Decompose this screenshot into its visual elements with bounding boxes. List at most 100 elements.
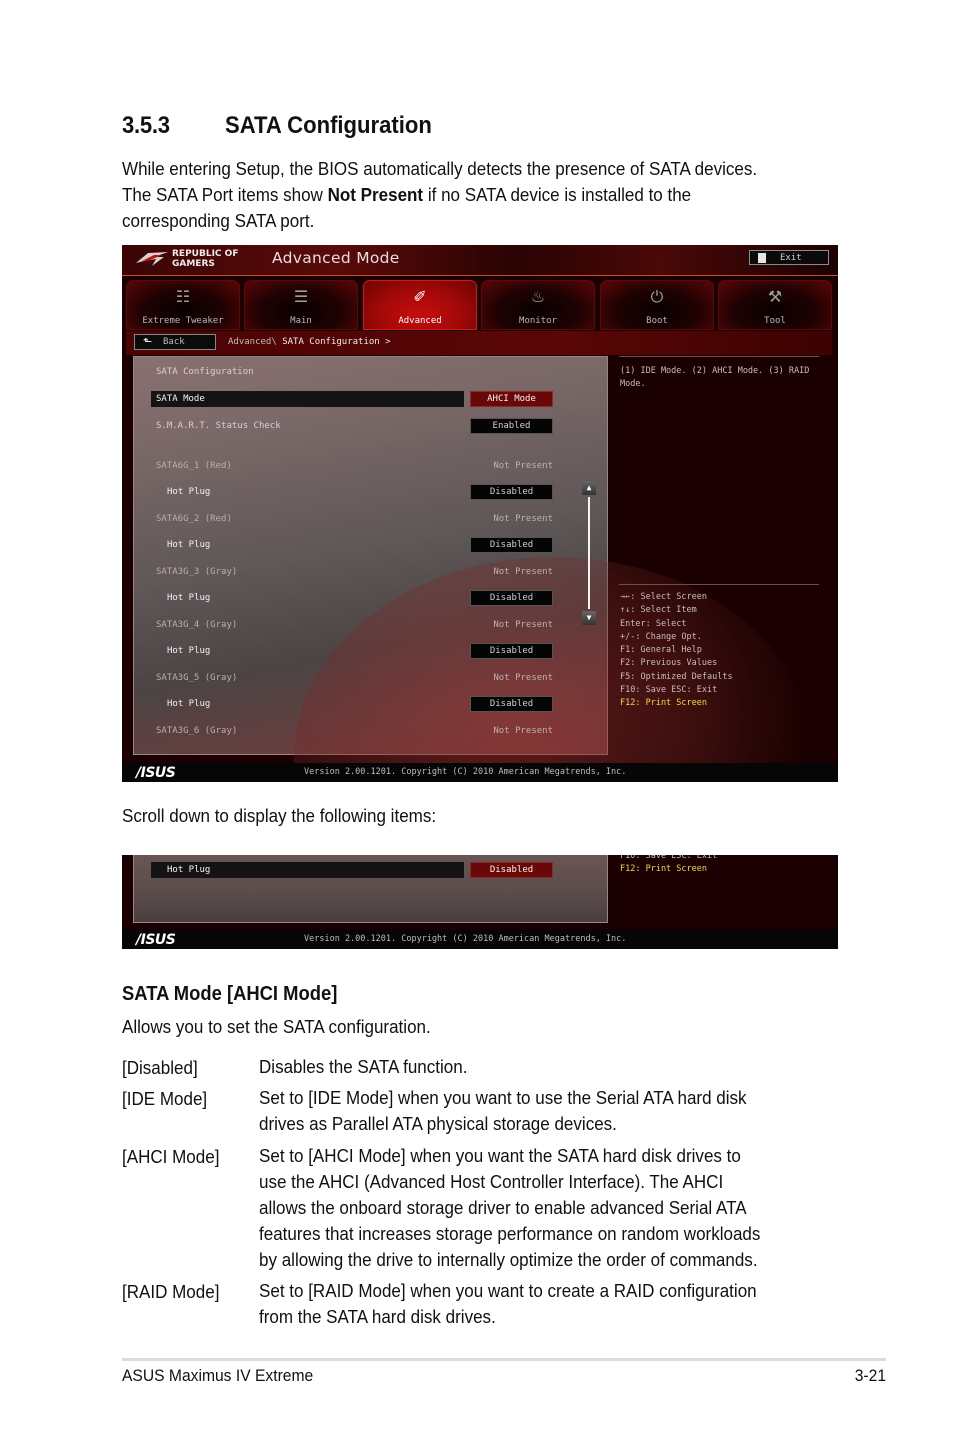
key-hint: F1: General Help xyxy=(620,645,702,656)
option-term: [RAID Mode] xyxy=(122,1281,220,1302)
breadcrumb-parent[interactable]: Advanced\ xyxy=(228,337,282,347)
breadcrumb: Advanced\ SATA Configuration > xyxy=(228,337,391,347)
setting-value-dropdown[interactable]: Disabled xyxy=(470,537,553,553)
key-legend: F10: Save ESC: Exit F12: Print Screen xyxy=(620,855,717,877)
description-line: features that increases storage performa… xyxy=(259,1223,761,1244)
back-button[interactable]: ⬑ Back xyxy=(134,334,216,350)
bios-footer: /ISUS Version 2.00.1201. Copyright (C) 2… xyxy=(122,930,838,949)
asus-logo-icon: /ISUS xyxy=(136,765,176,781)
brand-line-2: GAMERS xyxy=(172,259,215,269)
setting-value-dropdown[interactable]: Disabled xyxy=(470,862,553,878)
mode-title: Advanced Mode xyxy=(272,249,400,267)
hot-plug-row[interactable]: Hot Plug Disabled xyxy=(134,696,609,712)
tab-boot[interactable]: ⏻ Boot xyxy=(600,280,714,330)
hot-plug-row[interactable]: Hot Plug Disabled xyxy=(134,537,609,553)
option-term: [Disabled] xyxy=(122,1057,198,1078)
brand-line-1: REPUBLIC OF xyxy=(172,249,239,259)
setting-label: Hot Plug xyxy=(167,487,211,497)
port-label: SATA3G_4 (Gray) xyxy=(156,620,238,630)
tab-label: Boot xyxy=(646,316,668,326)
port-row: SATA3G_3 (Gray) Not Present xyxy=(134,564,609,580)
back-arrow-icon: ⬑ xyxy=(143,335,153,348)
scroll-up-icon[interactable]: ▲ xyxy=(582,481,596,495)
version-text: Version 2.00.1201. Copyright (C) 2010 Am… xyxy=(304,767,627,777)
key-hint-print-screen: F12: Print Screen xyxy=(620,698,707,709)
option-description: Disables the SATA function. xyxy=(259,1054,848,1080)
subsection-intro: Allows you to set the SATA configuration… xyxy=(122,1016,431,1037)
exit-button[interactable]: Exit xyxy=(749,250,829,265)
settings-panel: Hot Plug Disabled xyxy=(133,855,608,923)
settings-panel: SATA Configuration SATA Mode AHCI Mode S… xyxy=(133,356,814,782)
hot-plug-row[interactable]: Hot Plug Disabled xyxy=(134,862,609,878)
description-line: Disables the SATA function. xyxy=(259,1056,468,1077)
section-number: 3.5.3 xyxy=(122,112,170,139)
list-icon: ☰ xyxy=(293,287,309,306)
help-panel: (1) IDE Mode. (2) AHCI Mode. (3) RAID Mo… xyxy=(613,356,821,755)
key-hint: F5: Optimized Defaults xyxy=(620,671,733,682)
setting-value-dropdown[interactable]: AHCI Mode xyxy=(470,391,553,407)
setting-label: Hot Plug xyxy=(167,540,211,550)
setting-row-smart[interactable]: S.M.A.R.T. Status Check Enabled xyxy=(134,418,609,434)
setting-row-sata-mode[interactable]: SATA Mode AHCI Mode xyxy=(134,391,609,407)
scroll-note: Scroll down to display the following ite… xyxy=(122,805,437,826)
tab-main[interactable]: ☰ Main xyxy=(244,280,358,330)
scroll-track[interactable] xyxy=(588,497,590,609)
exit-door-icon xyxy=(758,253,766,263)
bios-screenshot-scrolled: Hot Plug Disabled F10: Save ESC: Exit F1… xyxy=(122,855,838,949)
tweaker-icon: ☷ xyxy=(175,287,191,306)
setting-value-dropdown[interactable]: Enabled xyxy=(470,418,553,434)
port-row: SATA6G_2 (Red) Not Present xyxy=(134,511,609,527)
port-row: SATA3G_4 (Gray) Not Present xyxy=(134,617,609,633)
back-label: Back xyxy=(163,337,185,347)
description-line: Set to [AHCI Mode] when you want the SAT… xyxy=(259,1145,741,1166)
setting-value-dropdown[interactable]: Disabled xyxy=(470,590,553,606)
footer-divider xyxy=(122,1358,886,1361)
tab-label: Monitor xyxy=(519,316,557,326)
description-line: use the AHCI (Advanced Host Controller I… xyxy=(259,1171,724,1192)
description-line: by allowing the drive to internally opti… xyxy=(259,1249,758,1270)
panel-title: SATA Configuration xyxy=(156,367,254,377)
intro-line-1: While entering Setup, the BIOS automatic… xyxy=(122,158,758,179)
tab-monitor[interactable]: ♨ Monitor xyxy=(481,280,595,330)
rog-brand: REPUBLIC OF GAMERS xyxy=(172,249,238,269)
tab-extreme-tweaker[interactable]: ☷ Extreme Tweaker xyxy=(126,280,240,330)
key-hint: +/-: Change Opt. xyxy=(620,631,702,642)
scrollbar[interactable]: ▲ ▼ xyxy=(582,481,596,625)
key-legend: →←: Select Screen ↑↓: Select Item Enter:… xyxy=(620,591,733,711)
intro-paragraph: While entering Setup, the BIOS automatic… xyxy=(122,156,794,234)
key-hint: ↑↓: Select Item xyxy=(620,605,697,616)
intro-text: The SATA Port items show xyxy=(122,184,328,205)
intro-line-2: The SATA Port items show Not Present if … xyxy=(122,182,794,208)
option-description: Set to [AHCI Mode] when you want the SAT… xyxy=(259,1143,848,1273)
version-text: Version 2.00.1201. Copyright (C) 2010 Am… xyxy=(304,934,627,944)
panel-title-row: SATA Configuration xyxy=(134,364,609,380)
port-status: Not Present xyxy=(493,673,553,683)
description-line: Set to [RAID Mode] when you want to crea… xyxy=(259,1280,757,1301)
setting-value-dropdown[interactable]: Disabled xyxy=(470,696,553,712)
page-number: 3-21 xyxy=(854,1366,886,1385)
breadcrumb-current: SATA Configuration > xyxy=(282,337,391,347)
toolbox-icon: ⚒ xyxy=(767,287,783,306)
option-description: Set to [IDE Mode] when you want to use t… xyxy=(259,1085,848,1137)
help-divider xyxy=(619,356,819,357)
power-icon: ⏻ xyxy=(650,287,664,306)
setting-label: Hot Plug xyxy=(167,593,211,603)
tab-advanced[interactable]: ✐ Advanced xyxy=(363,280,477,330)
scroll-down-icon[interactable]: ▼ xyxy=(582,611,596,625)
tab-tool[interactable]: ⚒ Tool xyxy=(718,280,832,330)
port-label: SATA3G_3 (Gray) xyxy=(156,567,238,577)
hot-plug-row[interactable]: Hot Plug Disabled xyxy=(134,643,609,659)
subsection-heading: SATA Mode [AHCI Mode] xyxy=(122,983,338,1005)
hot-plug-row[interactable]: Hot Plug Disabled xyxy=(134,590,609,606)
port-row: SATA3G_6 (Gray) Not Present xyxy=(134,723,609,739)
hot-plug-row[interactable]: Hot Plug Disabled xyxy=(134,484,609,500)
setting-value-dropdown[interactable]: Disabled xyxy=(470,643,553,659)
key-hint: F10: Save ESC: Exit xyxy=(620,855,718,861)
port-label: SATA6G_2 (Red) xyxy=(156,514,232,524)
help-description: (1) IDE Mode. (2) AHCI Mode. (3) RAID Mo… xyxy=(620,366,810,389)
main-tabs: ☷ Extreme Tweaker ☰ Main ✐ Advanced ♨ Mo… xyxy=(126,280,836,330)
intro-text: if no SATA device is installed to the xyxy=(423,184,692,205)
exit-label: Exit xyxy=(780,253,802,263)
setting-value-dropdown[interactable]: Disabled xyxy=(470,484,553,500)
key-hint-print-screen: F12: Print Screen xyxy=(620,864,707,875)
